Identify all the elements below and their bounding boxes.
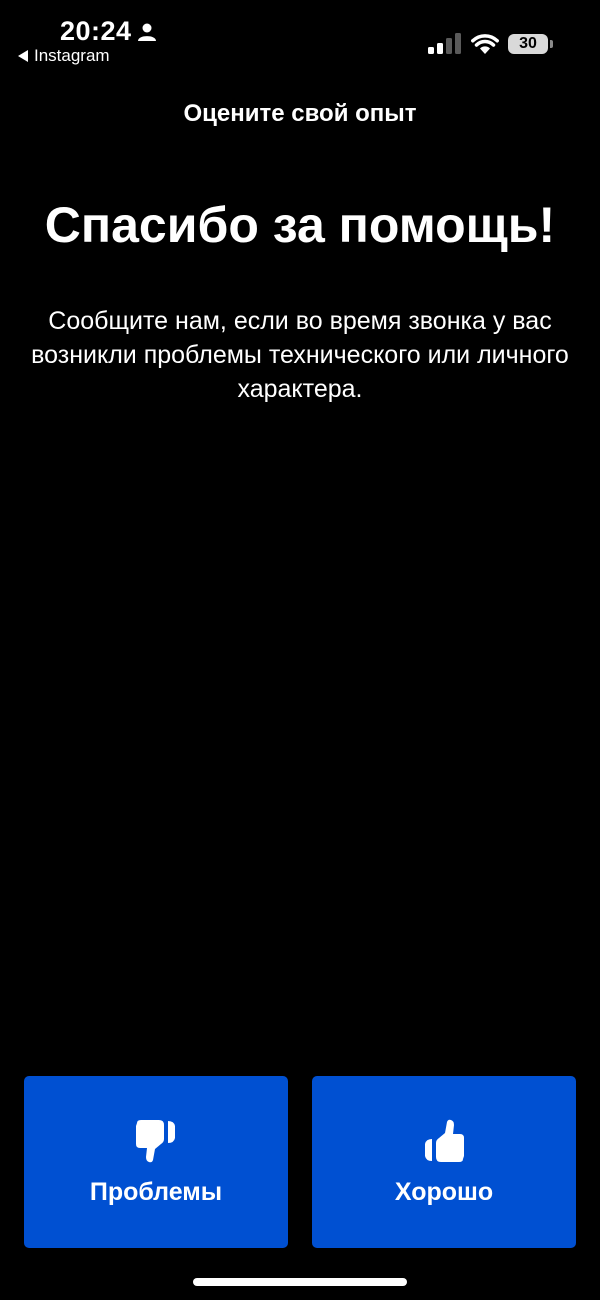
page-title: Спасибо за помощь! xyxy=(44,197,556,253)
back-to-app-link[interactable]: Instagram xyxy=(18,46,110,66)
back-app-label: Instagram xyxy=(34,46,110,65)
back-arrow-icon xyxy=(18,50,28,62)
screen: 20:24 Instagram 30 Оцените свой опыт Спа… xyxy=(0,0,600,1300)
cellular-signal-icon xyxy=(428,33,461,54)
problems-button-label: Проблемы xyxy=(89,1177,223,1206)
thumbs-up-icon xyxy=(425,1119,464,1162)
problems-button[interactable]: Проблемы xyxy=(24,1076,288,1248)
header-title: Оцените свой опыт xyxy=(183,100,417,127)
battery-cap xyxy=(550,40,553,48)
description-text: Сообщите нам, если во время звонка у вас… xyxy=(31,307,569,403)
good-button-label: Хорошо xyxy=(394,1177,494,1206)
person-icon xyxy=(138,23,156,41)
status-time: 20:24 xyxy=(60,16,132,46)
good-button[interactable]: Хорошо xyxy=(312,1076,576,1248)
wifi-icon xyxy=(471,34,499,54)
thumbs-down-icon xyxy=(136,1119,175,1162)
battery-indicator: 30 xyxy=(508,34,548,54)
home-indicator[interactable] xyxy=(193,1278,407,1286)
